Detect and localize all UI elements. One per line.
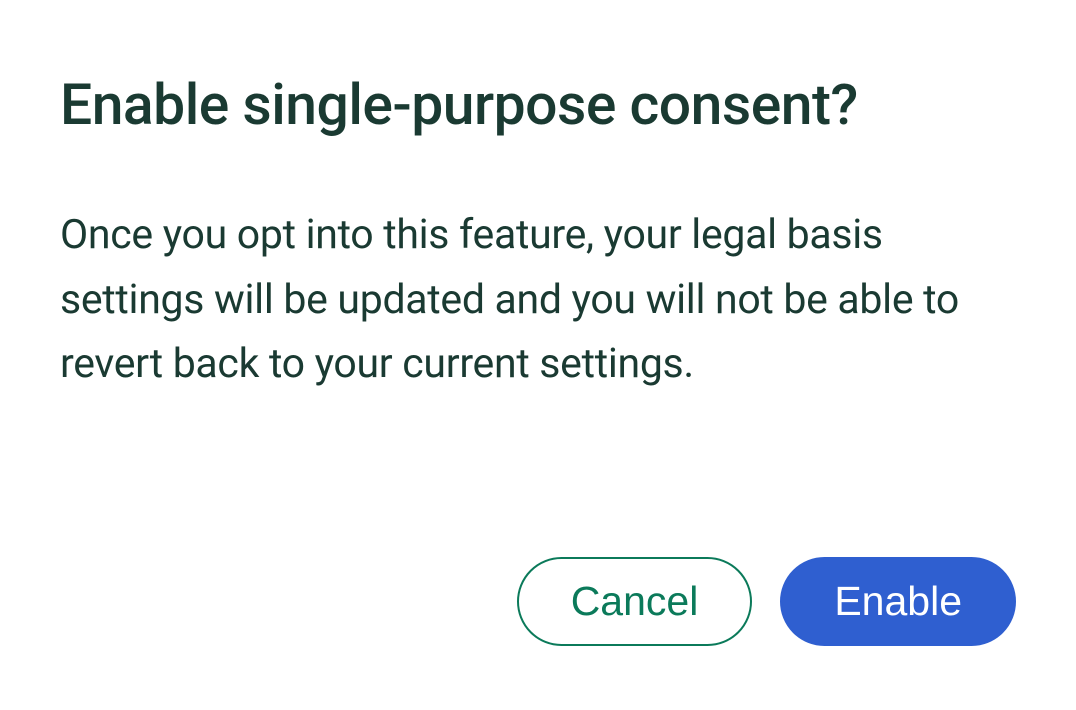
dialog-button-row: Cancel Enable: [60, 557, 1016, 650]
enable-button[interactable]: Enable: [780, 557, 1016, 646]
dialog-title: Enable single-purpose consent?: [60, 65, 1016, 145]
cancel-button[interactable]: Cancel: [517, 557, 753, 646]
dialog-body-text: Once you opt into this feature, your leg…: [60, 203, 1016, 397]
